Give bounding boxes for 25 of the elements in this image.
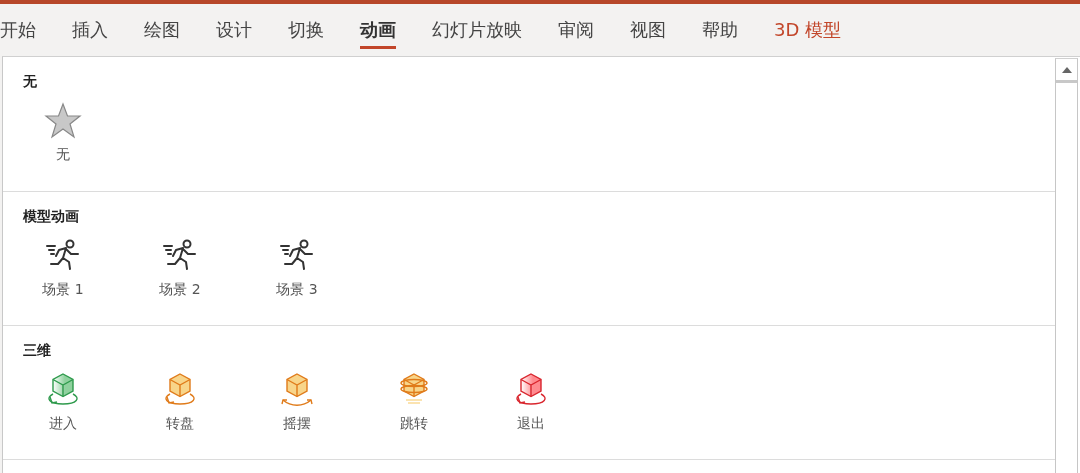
animation-option[interactable]: 场景 1 xyxy=(23,232,103,298)
animation-option[interactable]: 场景 2 xyxy=(140,232,220,298)
ribbon-tab[interactable]: 审阅 xyxy=(558,4,594,49)
ribbon-tab[interactable]: 开始 xyxy=(0,4,36,49)
section-heading: 三维 xyxy=(23,341,51,360)
section-heading: 无 xyxy=(23,72,37,91)
ribbon-tab[interactable]: 切换 xyxy=(288,4,324,49)
ribbon-tab[interactable]: 帮助 xyxy=(702,4,738,49)
section-heading: 模型动画 xyxy=(23,207,79,226)
animation-option[interactable]: 退出 xyxy=(491,366,571,432)
animation-option[interactable]: 转盘 xyxy=(140,366,220,432)
ribbon-tab[interactable]: 绘图 xyxy=(144,4,180,49)
animation-option[interactable]: 场景 3 xyxy=(257,232,337,298)
ribbon-tab[interactable]: 插入 xyxy=(72,4,108,49)
ribbon-tab[interactable]: 设计 xyxy=(216,4,252,49)
ribbon-tab[interactable]: 视图 xyxy=(630,4,666,49)
animation-option[interactable]: 无 xyxy=(23,97,103,163)
animation-option[interactable]: 跳转 xyxy=(374,366,454,432)
animation-option[interactable]: 进入 xyxy=(23,366,103,432)
ribbon-tab[interactable]: 动画 xyxy=(360,4,396,49)
up-arrow-icon xyxy=(1061,66,1072,73)
star-icon xyxy=(43,101,83,139)
animation-option[interactable]: 摇摆 xyxy=(257,366,337,432)
ribbon-tab[interactable]: 3D 模型 xyxy=(774,4,842,49)
ribbon-tab[interactable]: 幻灯片放映 xyxy=(432,4,522,49)
